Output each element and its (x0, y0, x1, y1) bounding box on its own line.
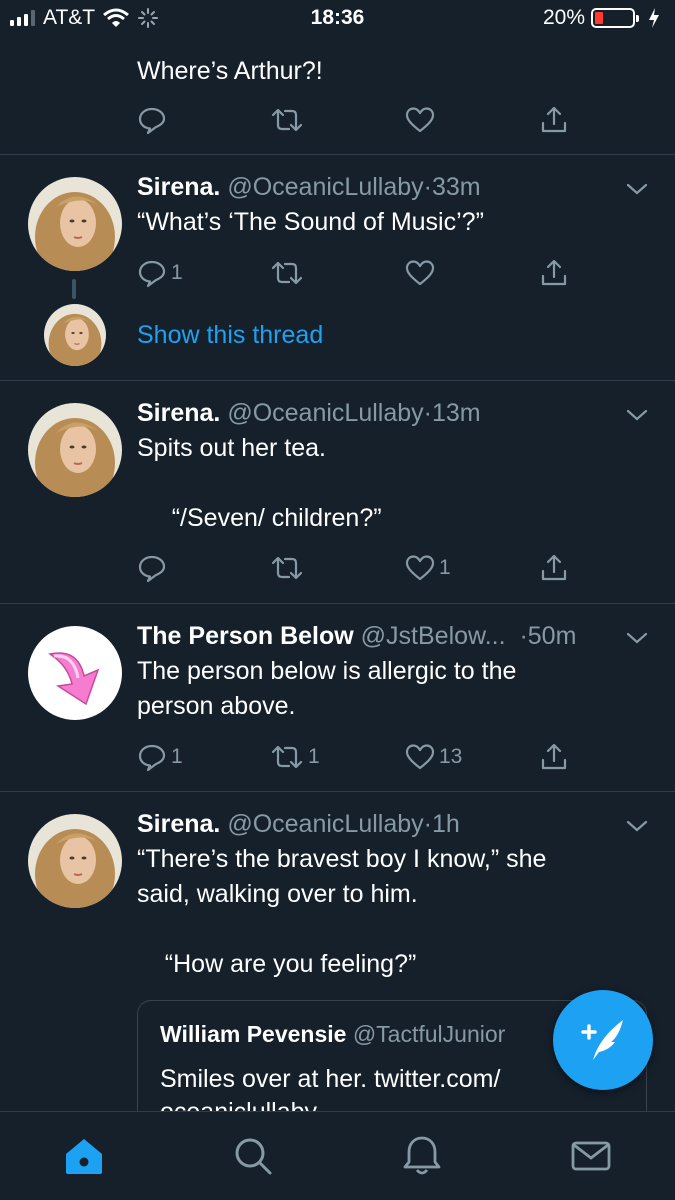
tweet-header: The Person Below @JstBelow... ·50m (137, 622, 576, 651)
compose-tweet-icon (581, 1020, 623, 1060)
retweet-icon (271, 556, 303, 580)
separator-dot: · (423, 810, 432, 838)
reply-button[interactable]: 1 (137, 742, 183, 772)
reply-button[interactable] (137, 553, 171, 583)
tweet-time[interactable]: 13m (432, 399, 481, 427)
thread-connector (72, 279, 76, 299)
tweet-text: The person below is allergic to the pers… (137, 657, 517, 720)
chevron-down-icon[interactable] (625, 177, 649, 201)
like-button[interactable] (405, 105, 439, 135)
share-button[interactable] (539, 105, 569, 135)
user-handle[interactable]: @OceanicLullaby (227, 399, 423, 427)
tweet-actions: 1 (137, 553, 577, 585)
retweet-button[interactable] (270, 553, 308, 583)
like-icon (405, 107, 435, 133)
reply-icon (138, 744, 166, 772)
tweet-time[interactable]: 50m (528, 622, 577, 650)
tweet[interactable]: The Person Below @JstBelow... ·50m The p… (0, 604, 675, 792)
bottom-tab-bar (0, 1111, 675, 1200)
tweet[interactable]: Sirena. @OceanicLullaby·13m Spits out he… (0, 381, 675, 604)
separator-dot: · (423, 399, 432, 427)
reply-icon (138, 555, 166, 583)
home-icon[interactable] (62, 1134, 106, 1178)
tweet-time[interactable]: 33m (432, 173, 481, 201)
avatar[interactable] (28, 814, 122, 908)
retweet-button[interactable] (270, 105, 308, 135)
tweet-header: Sirena. @OceanicLullaby·33m (137, 173, 481, 202)
share-icon (541, 259, 567, 286)
tweet-header: Sirena. @OceanicLullaby·13m (137, 399, 481, 428)
tweet-header: Sirena. @OceanicLullaby·1h (137, 810, 460, 839)
chevron-down-icon[interactable] (625, 814, 649, 838)
reply-count: 1 (171, 261, 183, 284)
like-button[interactable]: 13 (405, 742, 462, 772)
messages-envelope-icon[interactable] (569, 1134, 613, 1178)
like-button[interactable]: 1 (405, 553, 451, 583)
share-icon (541, 554, 567, 581)
quoted-user-handle: @TactfulJunior (352, 1021, 506, 1047)
quoted-tweet-header: William Pevensie @TactfulJunior (160, 1021, 505, 1048)
reply-icon (138, 260, 166, 288)
share-button[interactable] (539, 742, 569, 772)
user-handle[interactable]: @JstBelow... (361, 622, 506, 650)
chevron-down-icon[interactable] (625, 626, 649, 650)
retweet-button[interactable] (270, 258, 308, 288)
tweet-text: Spits out her tea. “/Seven/ children?” (137, 434, 382, 532)
compose-tweet-button[interactable] (553, 990, 653, 1090)
display-name[interactable]: Sirena. (137, 810, 220, 838)
user-handle[interactable]: @OceanicLullaby (227, 810, 423, 838)
like-count: 13 (439, 745, 463, 768)
tweet[interactable]: Where’s Arthur?! (0, 36, 675, 155)
share-button[interactable] (539, 553, 569, 583)
share-icon (541, 106, 567, 133)
like-icon (405, 555, 435, 581)
user-handle[interactable]: @OceanicLullaby (227, 173, 423, 201)
display-name[interactable]: The Person Below (137, 622, 354, 650)
retweet-icon (271, 261, 303, 285)
retweet-icon (271, 108, 303, 132)
status-bar: AT&T 18:36 20% (0, 0, 675, 36)
chevron-down-icon[interactable] (625, 403, 649, 427)
avatar[interactable] (28, 403, 122, 497)
tweet-actions: 1 (137, 258, 577, 290)
display-name[interactable]: Sirena. (137, 173, 220, 201)
avatar[interactable] (44, 304, 106, 366)
retweet-icon (271, 745, 303, 769)
retweet-button[interactable]: 1 (270, 742, 320, 772)
share-icon (541, 743, 567, 770)
battery-percent: 20% (542, 6, 585, 29)
show-thread-link[interactable]: Show this thread (137, 321, 323, 350)
tweet-text: Where’s Arthur?! (137, 57, 323, 85)
tweet-actions: 1 1 13 (137, 742, 577, 774)
like-icon (405, 744, 435, 770)
retweet-count: 1 (308, 745, 320, 768)
reply-button[interactable] (137, 105, 171, 135)
avatar[interactable] (28, 177, 122, 271)
tweet-text: “What’s ‘The Sound of Music’?” (137, 208, 484, 236)
reply-count: 1 (171, 745, 183, 768)
search-icon[interactable] (231, 1134, 275, 1178)
tweet[interactable]: Sirena. @OceanicLullaby·33m “What’s ‘The… (0, 155, 675, 381)
notifications-bell-icon[interactable] (400, 1134, 444, 1178)
separator-dot: · (423, 173, 432, 201)
tweet-time[interactable]: 1h (432, 810, 460, 838)
display-name[interactable]: Sirena. (137, 399, 220, 427)
quoted-display-name: William Pevensie (160, 1021, 347, 1047)
separator-dot: · (519, 622, 528, 650)
like-button[interactable] (405, 258, 439, 288)
like-count: 1 (439, 556, 451, 579)
reply-icon (138, 107, 166, 135)
tweet-text: “There’s the bravest boy I know,” she sa… (137, 845, 547, 978)
avatar[interactable] (28, 626, 122, 720)
reply-button[interactable]: 1 (137, 258, 183, 288)
charging-bolt-icon (649, 8, 659, 28)
tweet-actions (137, 105, 577, 137)
battery-icon (591, 8, 639, 28)
like-icon (405, 260, 435, 286)
share-button[interactable] (539, 258, 569, 288)
